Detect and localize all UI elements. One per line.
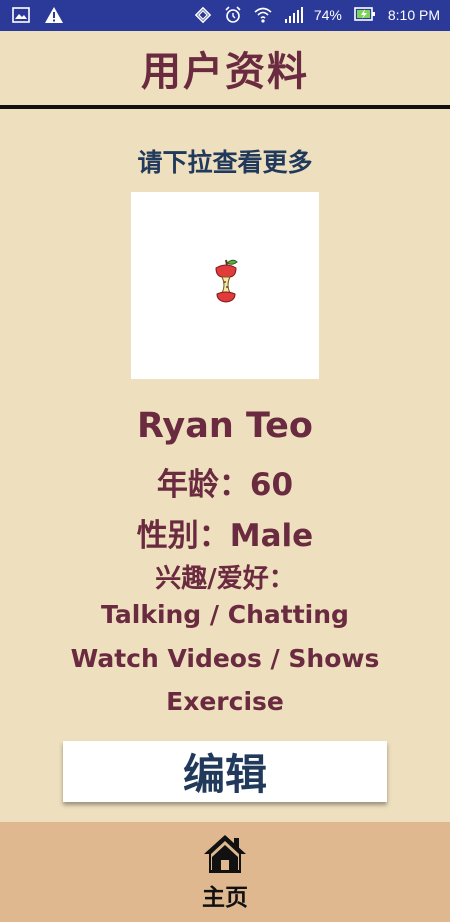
- hobbies-label: 兴趣/爱好：: [155, 564, 295, 594]
- profile-age: 年龄：60: [156, 467, 294, 503]
- clock: 8:10 PM: [387, 7, 440, 23]
- profile-name: Ryan Teo: [137, 406, 313, 446]
- hobby-item: Talking / Chatting: [101, 600, 349, 629]
- pull-down-hint: 请下拉查看更多: [137, 148, 313, 177]
- hobby-item: Exercise: [166, 687, 284, 716]
- gallery-icon: [12, 6, 30, 24]
- page-title: 用户资料: [141, 49, 309, 95]
- status-bar: 74% 8:10 PM: [0, 0, 450, 31]
- nav-home[interactable]: 主页: [185, 832, 265, 922]
- home-icon: [204, 835, 246, 873]
- bottom-nav: 主页: [0, 822, 450, 922]
- hobby-item: Watch Videos / Shows: [70, 644, 380, 673]
- edit-button-label: 编辑: [182, 750, 267, 799]
- wifi-icon: [254, 6, 272, 24]
- battery-charging-icon: [354, 6, 376, 24]
- sync-icon: [194, 6, 212, 24]
- warning-icon: [44, 6, 63, 24]
- app-header: 用户资料: [0, 31, 450, 109]
- edit-button[interactable]: 编辑: [63, 741, 387, 802]
- alarm-icon: [224, 6, 242, 24]
- battery-percent: 74%: [313, 7, 342, 23]
- profile-gender: 性别：Male: [136, 518, 314, 554]
- signal-icon: [284, 6, 303, 24]
- profile-photo: [131, 192, 319, 379]
- nav-home-label: 主页: [202, 885, 248, 911]
- apple-core-icon: [215, 259, 238, 303]
